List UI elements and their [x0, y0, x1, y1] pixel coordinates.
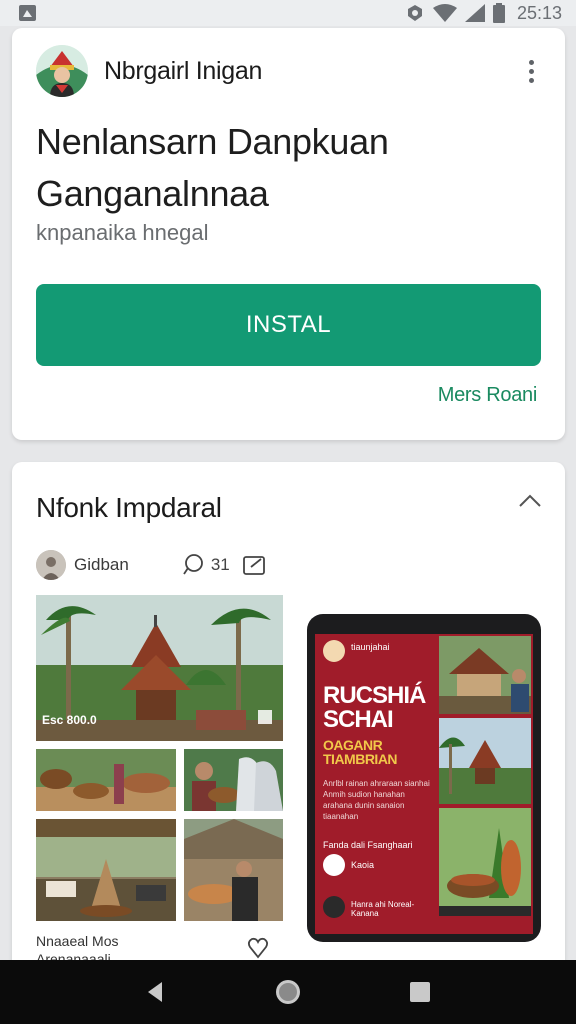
battery-icon — [492, 3, 505, 23]
post-photo-main[interactable]: Esc 800.0 — [36, 595, 283, 741]
chevron-up-icon[interactable] — [517, 488, 543, 514]
app-subtitle: knpanaika hnegal — [36, 220, 209, 245]
promo-subtitle: OAGANR TIAMBRIAN — [323, 737, 398, 767]
like-icon[interactable] — [246, 936, 270, 960]
author-row: Gidban 31 — [36, 550, 266, 580]
install-button[interactable]: INSTAL — [36, 284, 541, 366]
app-name: Nbrgairl Inigan — [104, 56, 263, 85]
promo-user-avatar — [323, 854, 345, 876]
promo-title: RUCSHIÁ SCHAI — [323, 682, 426, 733]
more-options-icon[interactable] — [521, 56, 541, 86]
promo-body: Anrlbl rainan ahraraan sianhai Anmih sud… — [323, 779, 430, 821]
home-button[interactable] — [270, 974, 306, 1010]
system-nav-bar — [0, 960, 576, 1024]
promo-thumb-basket — [439, 808, 531, 916]
app-headline: Nenlansarn Danpkuan Ganganalnnaa — [36, 116, 541, 220]
headline-line-1: Nenlansarn Danpkuan — [36, 121, 389, 162]
promo-user-avatar-2 — [323, 896, 345, 918]
photo-caption: Esc 800.0 — [42, 713, 97, 727]
notification-icon — [19, 5, 36, 21]
post-photo-vendor[interactable] — [184, 819, 283, 921]
back-icon — [148, 982, 162, 1002]
more-link[interactable]: Mers Roani — [438, 384, 538, 407]
promo-small-text: tiaunjahai — [351, 642, 390, 652]
promo-user-name-2: Hanra ahi Noreal-Kanana — [351, 900, 415, 918]
promo-logo-icon — [323, 640, 345, 662]
promo-user-name: Kaoia — [351, 860, 375, 870]
app-avatar[interactable] — [36, 45, 88, 97]
app-install-card: Nbrgairl Inigan Nenlansarn Danpkuan Gang… — [12, 28, 565, 440]
post-footer-line-1: Nnaaeal Mos — [36, 933, 119, 949]
post-photo-women[interactable] — [184, 749, 283, 811]
author-name[interactable]: Gidban — [74, 555, 129, 575]
wifi-icon — [432, 4, 457, 22]
app-header: Nbrgairl Inigan — [36, 44, 541, 98]
promo-phone-mockup[interactable]: tiaunjahai RUCSHIÁ SCHAI OAGANR TIAMBRIA… — [307, 614, 541, 942]
promo-thumb-temple — [439, 718, 531, 804]
dnd-icon — [407, 5, 422, 21]
author-avatar[interactable] — [36, 550, 66, 580]
signal-icon — [464, 4, 485, 22]
recents-icon — [410, 982, 430, 1002]
status-time: 25:13 — [516, 2, 562, 23]
recents-button[interactable] — [402, 974, 438, 1010]
post-card: Nfonk Impdaral Gidban 31 Esc 800.0 tiaun… — [12, 462, 565, 982]
comment-count: 31 — [210, 555, 230, 574]
back-button[interactable] — [138, 974, 174, 1010]
status-bar: 25:13 — [0, 0, 576, 26]
app-logo-icon — [36, 45, 88, 97]
promo-screen: tiaunjahai RUCSHIÁ SCHAI OAGANR TIAMBRIA… — [315, 634, 533, 934]
headline-line-2: Ganganalnnaa — [36, 173, 269, 214]
comment-icon[interactable] — [181, 553, 205, 577]
post-photo-hall[interactable] — [36, 819, 176, 921]
post-title: Nfonk Impdaral — [36, 492, 222, 523]
promo-footer: Fanda dali Fsanghaari — [323, 840, 413, 850]
share-icon[interactable] — [242, 553, 266, 577]
promo-thumb-house — [439, 636, 531, 714]
post-photo-market[interactable] — [36, 749, 176, 811]
home-icon — [276, 980, 300, 1004]
